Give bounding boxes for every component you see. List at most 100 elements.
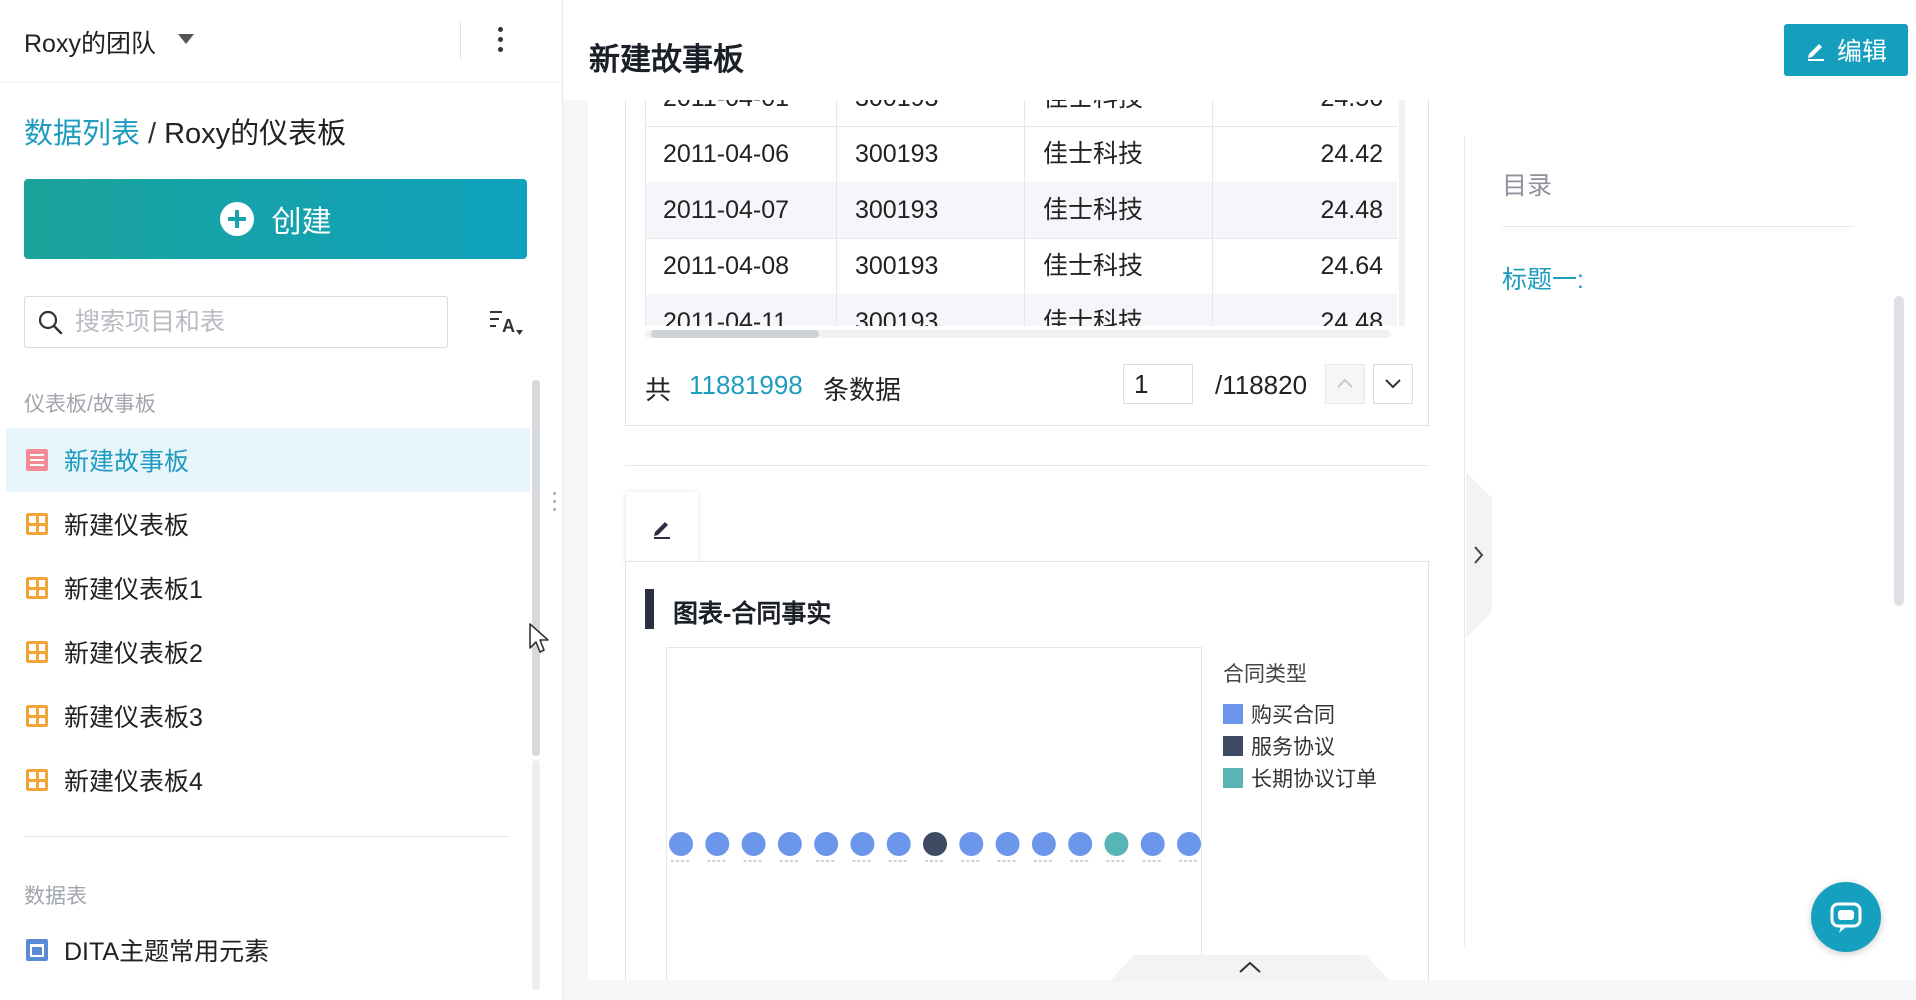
section-title-dashboards: 仪表板/故事板 — [24, 393, 156, 416]
chart-title-marker — [645, 589, 654, 629]
scatter-point[interactable] — [1177, 832, 1201, 856]
scatter-point[interactable] — [850, 832, 875, 856]
sidebar-item-dashboard[interactable]: 新建仪表板 — [6, 492, 530, 556]
pencil-icon — [654, 522, 670, 539]
search-box — [24, 296, 448, 348]
scatter-point[interactable] — [959, 832, 984, 856]
table-cell-code: 300193 — [837, 294, 1025, 326]
sort-alpha-icon[interactable]: A — [488, 306, 524, 338]
breadcrumb-link-data-list[interactable]: 数据列表 — [24, 118, 140, 150]
legend-swatch — [1223, 736, 1243, 756]
scatter-point[interactable] — [1104, 832, 1129, 856]
scatter-point[interactable] — [1068, 832, 1093, 856]
table-cell-value: 24.42 — [1320, 140, 1383, 168]
table-cell-code: 300193 — [837, 182, 1025, 238]
page-number-input[interactable] — [1123, 364, 1193, 404]
table-row: 2011-04-06 300193 佳士科技 24.42 — [645, 126, 1397, 183]
table-cell-name: 佳士科技 — [1025, 100, 1213, 126]
edit-button-label: 编辑 — [1836, 38, 1887, 66]
table-horizontal-scrollbar[interactable] — [645, 330, 1391, 338]
table-cell-value: 24.48 — [1320, 308, 1383, 326]
table-cell-date: 2011-04-01 — [645, 100, 837, 126]
scatter-point[interactable] — [1031, 832, 1056, 856]
section-divider — [625, 465, 1428, 466]
chart-legend: 合同类型 购买合同 服务协议 长期协议订单 — [1223, 658, 1377, 794]
sidebar-item-dashboard-4[interactable]: 新建仪表板4 — [6, 748, 530, 812]
table-cell-value: 24.64 — [1320, 252, 1383, 280]
dashboard-list: 新建故事板 新建仪表板 新建仪表板1 新建仪表板2 新建仪表板3 新建仪表板4 — [6, 428, 530, 812]
team-name[interactable]: Roxy的团队 — [24, 24, 156, 60]
customer-service-button[interactable] — [1811, 882, 1881, 952]
edit-button[interactable]: 编辑 — [1784, 24, 1908, 76]
data-table-card: 2011-04-01 300193 佳士科技 24.56 2011-04-06 … — [625, 100, 1429, 426]
scatter-point[interactable] — [777, 832, 802, 856]
toggle-toc-button[interactable] — [1466, 472, 1492, 638]
table-cell-value: 24.56 — [1213, 100, 1397, 126]
scatter-point[interactable] — [669, 832, 693, 856]
legend-label: 服务协议 — [1251, 736, 1335, 759]
divider — [460, 22, 461, 60]
section-title-tables: 数据表 — [24, 885, 87, 908]
scatter-point[interactable] — [886, 832, 911, 856]
create-button[interactable]: 创建 — [24, 179, 527, 259]
more-options-icon[interactable] — [490, 24, 510, 60]
scatter-point[interactable] — [814, 832, 839, 856]
chevron-up-icon — [1337, 378, 1353, 388]
scatter-point[interactable] — [705, 832, 730, 856]
collapse-panel-button[interactable] — [1110, 955, 1390, 981]
data-table: 2011-04-01 300193 佳士科技 24.56 2011-04-06 … — [645, 100, 1397, 326]
chart-title: 图表-合同事实 — [673, 600, 832, 628]
previous-page-button[interactable] — [1325, 364, 1365, 404]
table-cell-name: 佳士科技 — [1025, 294, 1213, 326]
table-border — [645, 100, 646, 326]
sidebar: Roxy的团队 数据列表/Roxy的仪表板 创建 A 仪表板/故事板 新建故事板 — [0, 0, 563, 1000]
legend-label: 购买合同 — [1251, 704, 1335, 727]
search-input[interactable] — [73, 303, 437, 341]
edit-chart-button[interactable] — [626, 492, 698, 564]
sidebar-item-label: 新建仪表板1 — [64, 576, 203, 604]
storyboard-icon — [26, 449, 48, 471]
sidebar-item-table[interactable]: DITA主题常用元素 — [6, 918, 530, 982]
legend-item-service[interactable]: 服务协议 — [1223, 730, 1377, 762]
dashboard-icon — [26, 577, 48, 599]
table-row: 2011-04-01 300193 佳士科技 24.56 — [645, 100, 1397, 127]
scatter-point[interactable] — [923, 832, 947, 856]
pager-total-pages: /118820 — [1215, 370, 1308, 400]
legend-item-longterm[interactable]: 长期协议订单 — [1223, 762, 1377, 794]
next-page-button[interactable] — [1373, 364, 1413, 404]
svg-text:A: A — [502, 316, 515, 336]
legend-swatch — [1223, 704, 1243, 724]
chat-support-icon — [1830, 902, 1862, 933]
legend-swatch — [1223, 768, 1243, 788]
table-cell-name: 佳士科技 — [1025, 238, 1213, 294]
scatter-point[interactable] — [995, 832, 1020, 856]
create-button-label: 创建 — [271, 206, 332, 239]
sidebar-scrollbar[interactable] — [532, 380, 540, 756]
toc-scrollbar[interactable] — [1894, 296, 1904, 606]
sidebar-item-label: DITA主题常用元素 — [64, 938, 270, 966]
pager-prefix: 共 — [645, 375, 672, 405]
search-icon — [38, 310, 63, 335]
scatter-point[interactable] — [1140, 832, 1165, 856]
sidebar-item-storyboard[interactable]: 新建故事板 — [6, 428, 530, 492]
toc-item[interactable]: 标题一: — [1502, 260, 1584, 296]
legend-item-purchase[interactable]: 购买合同 — [1223, 698, 1377, 730]
sidebar-item-dashboard-2[interactable]: 新建仪表板2 — [6, 620, 530, 684]
table-vertical-scrollbar[interactable] — [1399, 100, 1405, 326]
sidebar-item-dashboard-1[interactable]: 新建仪表板1 — [6, 556, 530, 620]
legend-title: 合同类型 — [1223, 663, 1307, 686]
sidebar-item-label: 新建故事板 — [64, 448, 190, 476]
scrollbar-thumb[interactable] — [651, 330, 819, 338]
scatter-plot — [669, 832, 1201, 862]
caret-down-icon[interactable] — [178, 34, 194, 44]
divider — [1464, 136, 1465, 946]
story-content: 2011-04-01 300193 佳士科技 24.56 2011-04-06 … — [588, 100, 1432, 980]
toc-title: 目录 — [1502, 172, 1553, 200]
scatter-point[interactable] — [741, 832, 766, 856]
table-cell-date: 2011-04-11 — [645, 294, 837, 326]
breadcrumb-separator: / — [148, 118, 157, 150]
table-row: 2011-04-07 300193 佳士科技 24.48 — [645, 182, 1397, 239]
pencil-icon — [1807, 44, 1824, 61]
sidebar-item-dashboard-3[interactable]: 新建仪表板3 — [6, 684, 530, 748]
resize-handle[interactable] — [553, 492, 557, 514]
